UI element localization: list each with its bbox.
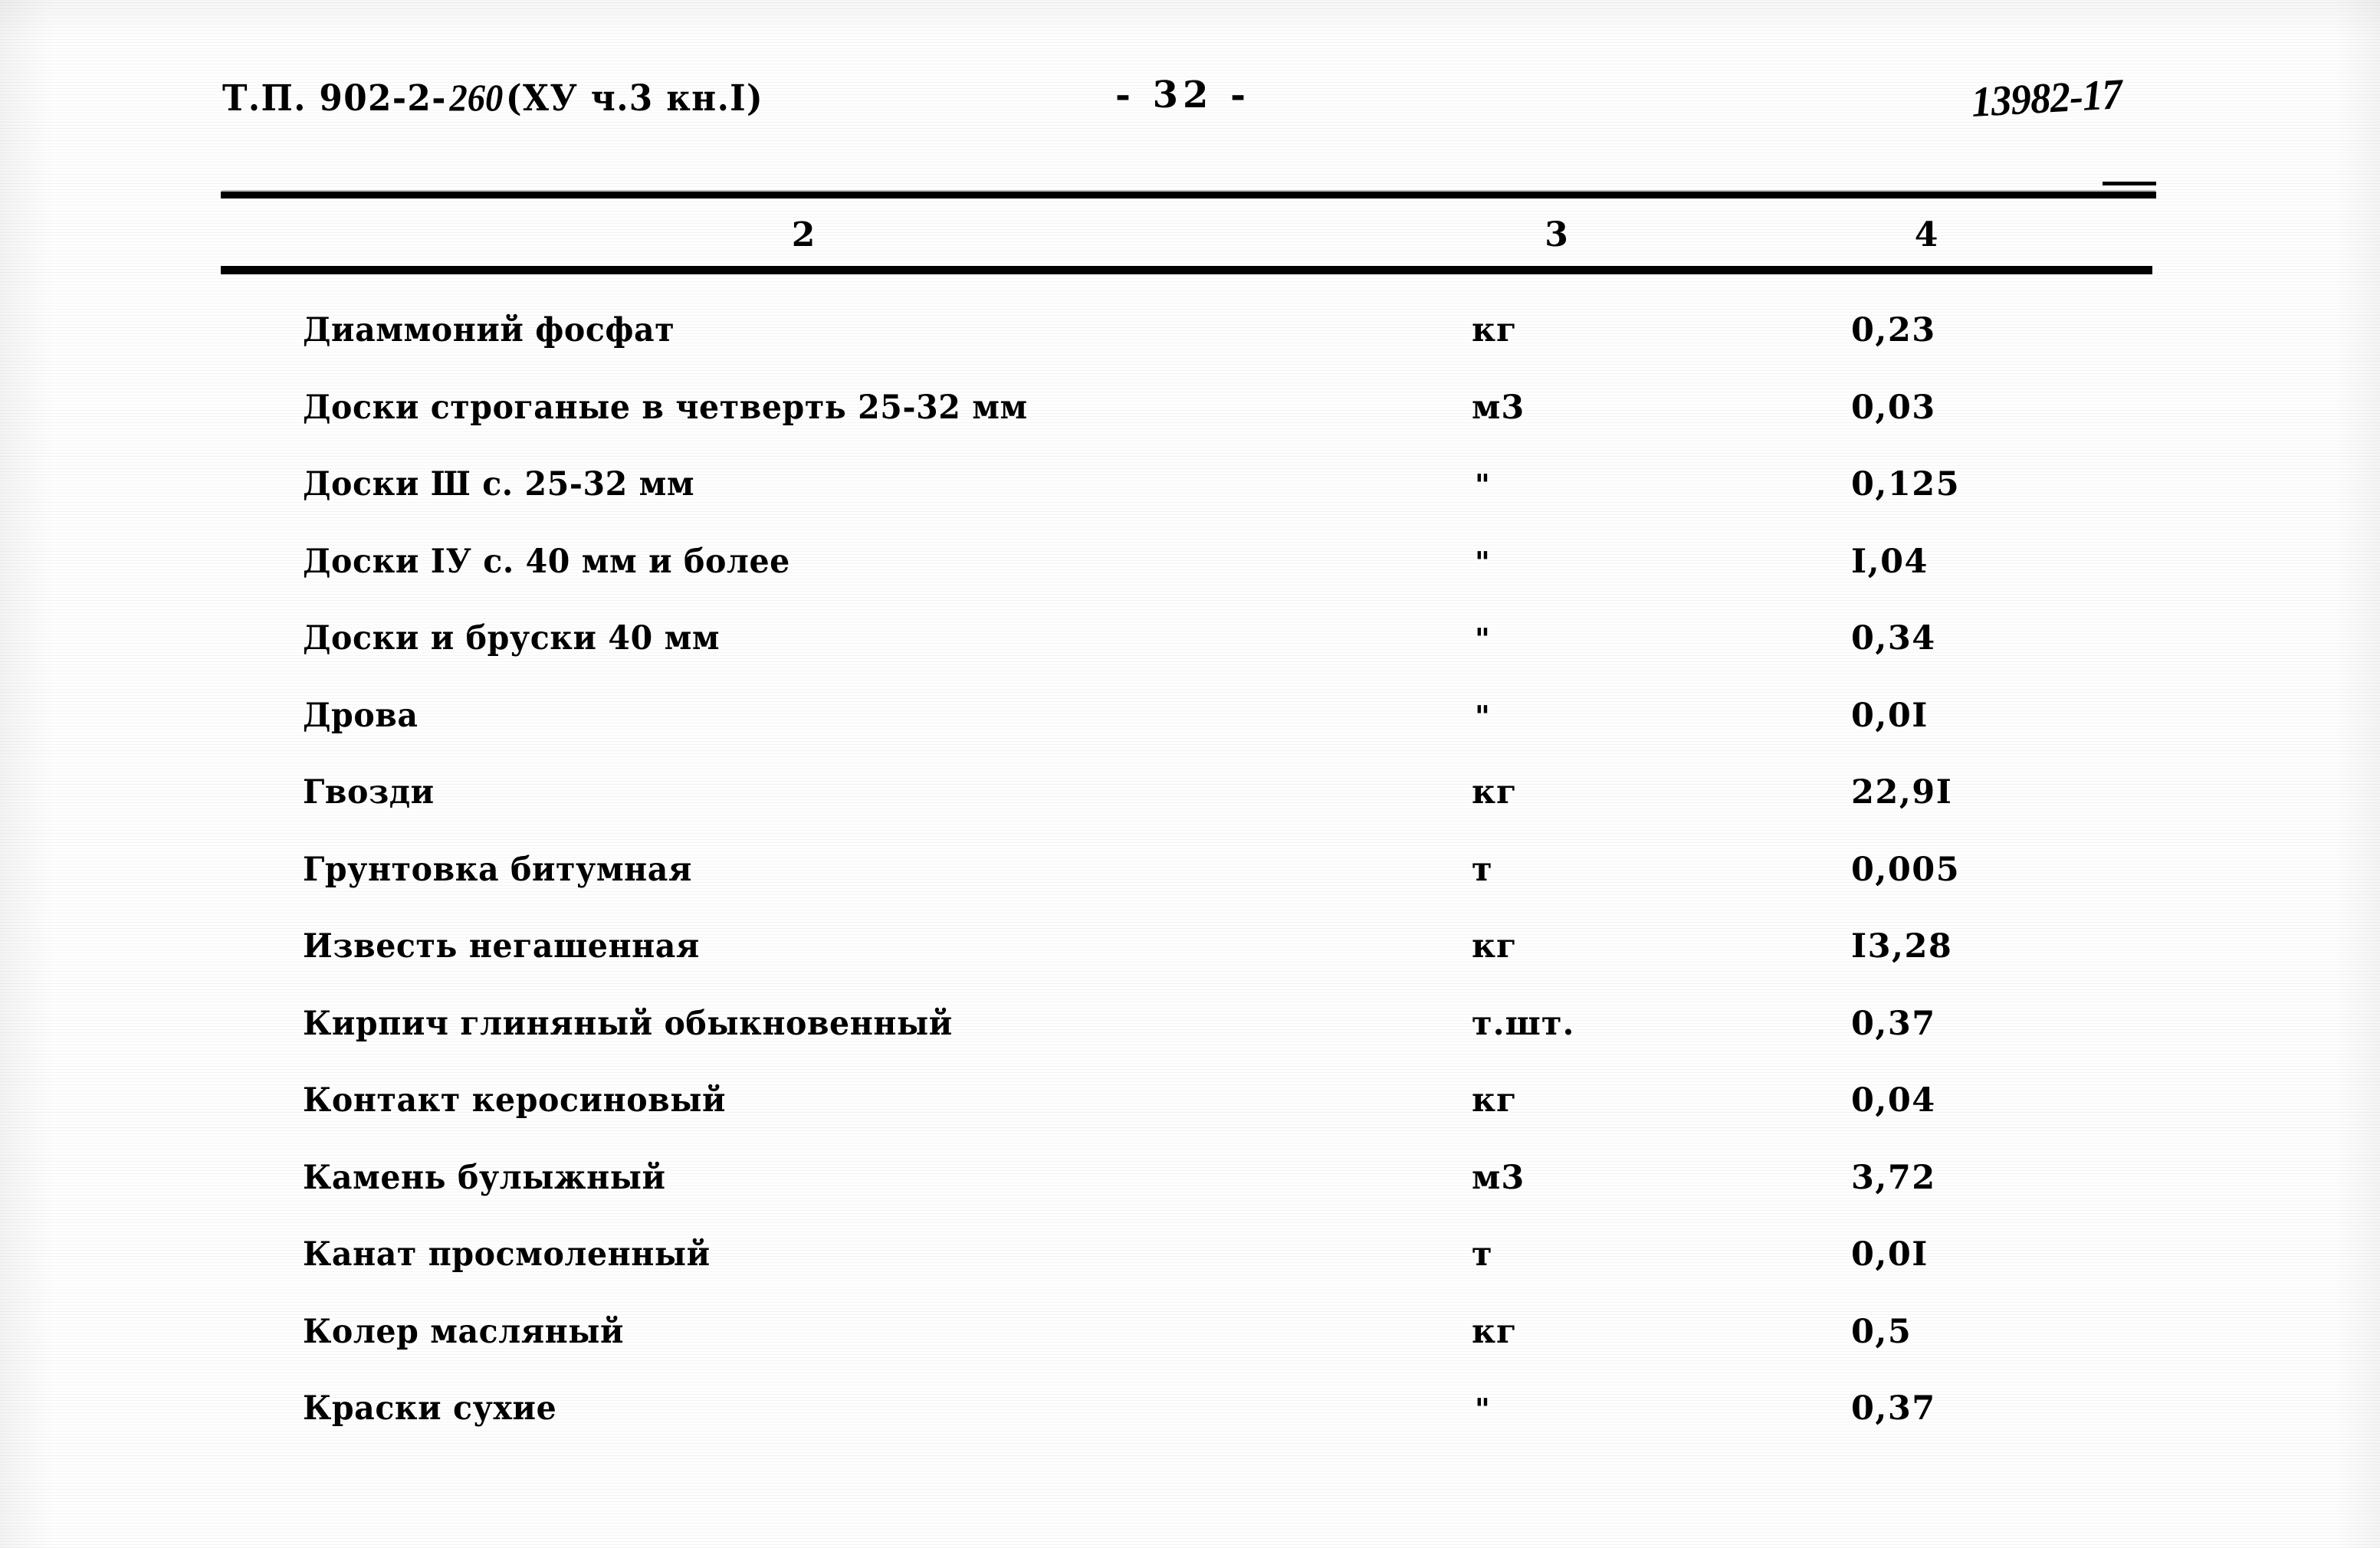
material-value: 0,005	[1851, 850, 1961, 889]
document-code-handwritten-number: 260	[449, 76, 504, 119]
material-unit-ditto: "	[1475, 1392, 1491, 1426]
material-unit: м3	[1472, 1158, 1525, 1197]
document-code: Т.П. 902-2-260(ХУ ч.3 кн.I)	[222, 75, 763, 120]
material-value: 22,9I	[1851, 773, 1953, 812]
table-row: Колер масляный кг 0,5	[221, 1313, 2156, 1390]
material-value: 3,72	[1851, 1158, 1936, 1197]
material-name: Дрова	[302, 696, 419, 735]
material-value: I,04	[1851, 542, 1929, 581]
material-value: I3,28	[1851, 927, 1953, 966]
table-row: Доски Ш с. 25-32 мм " 0,125	[221, 465, 2156, 543]
material-unit: м3	[1472, 388, 1525, 427]
material-value: 0,125	[1851, 465, 1961, 503]
material-name: Камень булыжный	[302, 1158, 666, 1197]
table-header-rule	[221, 266, 2152, 274]
table-body: Диаммоний фосфат кг 0,23 Доски строганые…	[221, 274, 2156, 1467]
material-name: Колер масляный	[302, 1312, 625, 1351]
material-value: 0,34	[1851, 619, 1936, 658]
table-row: Доски строганые в четверть 25-32 мм м3 0…	[221, 389, 2156, 466]
material-unit: кг	[1472, 927, 1518, 966]
material-name: Доски Ш с. 25-32 мм	[302, 465, 695, 503]
material-name: Доски строганые в четверть 25-32 мм	[302, 388, 1028, 427]
material-unit: кг	[1472, 773, 1518, 812]
material-unit-ditto: "	[1475, 467, 1491, 502]
material-value: 0,0I	[1851, 696, 1929, 735]
table-row: Кирпич глиняный обыкновенный т.шт. 0,37	[221, 1005, 2156, 1082]
document-code-suffix: (ХУ ч.3 кн.I)	[505, 77, 764, 120]
material-value: 0,23	[1851, 311, 1936, 349]
material-unit-ditto: "	[1475, 698, 1491, 733]
material-unit: т	[1472, 1235, 1493, 1274]
material-unit: т	[1472, 850, 1493, 889]
material-value: 0,0I	[1851, 1235, 1929, 1274]
material-name: Грунтовка битумная	[302, 850, 692, 889]
table-row: Гвозди кг 22,9I	[221, 773, 2156, 851]
material-name: Гвозди	[302, 773, 435, 812]
materials-table: 2 3 4 Диаммоний фосфат кг 0,23 Доски стр…	[221, 192, 2156, 1467]
material-unit: кг	[1472, 311, 1518, 349]
table-row: Диаммоний фосфат кг 0,23	[221, 311, 2156, 389]
material-name: Краски сухие	[302, 1389, 557, 1428]
material-name: Известь негашенная	[302, 927, 700, 966]
material-name: Доски и бруски 40 мм	[302, 619, 721, 658]
table-row: Краски сухие " 0,37	[221, 1389, 2156, 1467]
table-row: Известь негашенная кг I3,28	[221, 927, 2156, 1005]
column-header-unit: 3	[1545, 215, 1568, 254]
material-unit: т.шт.	[1472, 1004, 1575, 1043]
material-value: 0,03	[1851, 388, 1936, 427]
material-unit-ditto: "	[1475, 621, 1491, 656]
column-header-name: 2	[791, 215, 816, 254]
material-name: Доски IУ с. 40 мм и более	[302, 542, 790, 581]
document-code-prefix: Т.П. 902-2-	[222, 77, 447, 120]
material-unit-ditto: "	[1475, 544, 1491, 579]
material-value: 0,37	[1851, 1004, 1936, 1043]
table-row: Дрова " 0,0I	[221, 697, 2156, 774]
table-row: Грунтовка битумная т 0,005	[221, 851, 2156, 928]
material-value: 0,5	[1851, 1312, 1912, 1351]
material-name: Диаммоний фосфат	[302, 311, 675, 349]
material-name: Контакт керосиновый	[302, 1081, 727, 1120]
table-row: Доски IУ с. 40 мм и более " I,04	[221, 543, 2156, 620]
material-value: 0,04	[1851, 1081, 1936, 1120]
scanned-page: Т.П. 902-2-260(ХУ ч.3 кн.I) - 32 - 13982…	[0, 0, 2380, 1548]
table-row: Контакт керосиновый кг 0,04	[221, 1081, 2156, 1159]
material-unit: кг	[1472, 1312, 1518, 1351]
table-column-header-row: 2 3 4	[221, 198, 2156, 266]
table-top-rule	[221, 192, 2156, 198]
page-number: - 32 -	[1115, 74, 1251, 116]
page-header: Т.П. 902-2-260(ХУ ч.3 кн.I) - 32 - 13982…	[0, 35, 2380, 126]
material-name: Канат просмоленный	[302, 1235, 711, 1274]
material-name: Кирпич глиняный обыкновенный	[302, 1004, 953, 1043]
material-value: 0,37	[1851, 1389, 1936, 1428]
column-header-value: 4	[1914, 215, 1938, 254]
archive-stamp-handwritten: 13982-17	[1970, 71, 2123, 126]
table-row: Камень булыжный м3 3,72	[221, 1159, 2156, 1236]
table-row: Канат просмоленный т 0,0I	[221, 1235, 2156, 1313]
material-unit: кг	[1472, 1081, 1518, 1120]
table-row: Доски и бруски 40 мм " 0,34	[221, 619, 2156, 697]
